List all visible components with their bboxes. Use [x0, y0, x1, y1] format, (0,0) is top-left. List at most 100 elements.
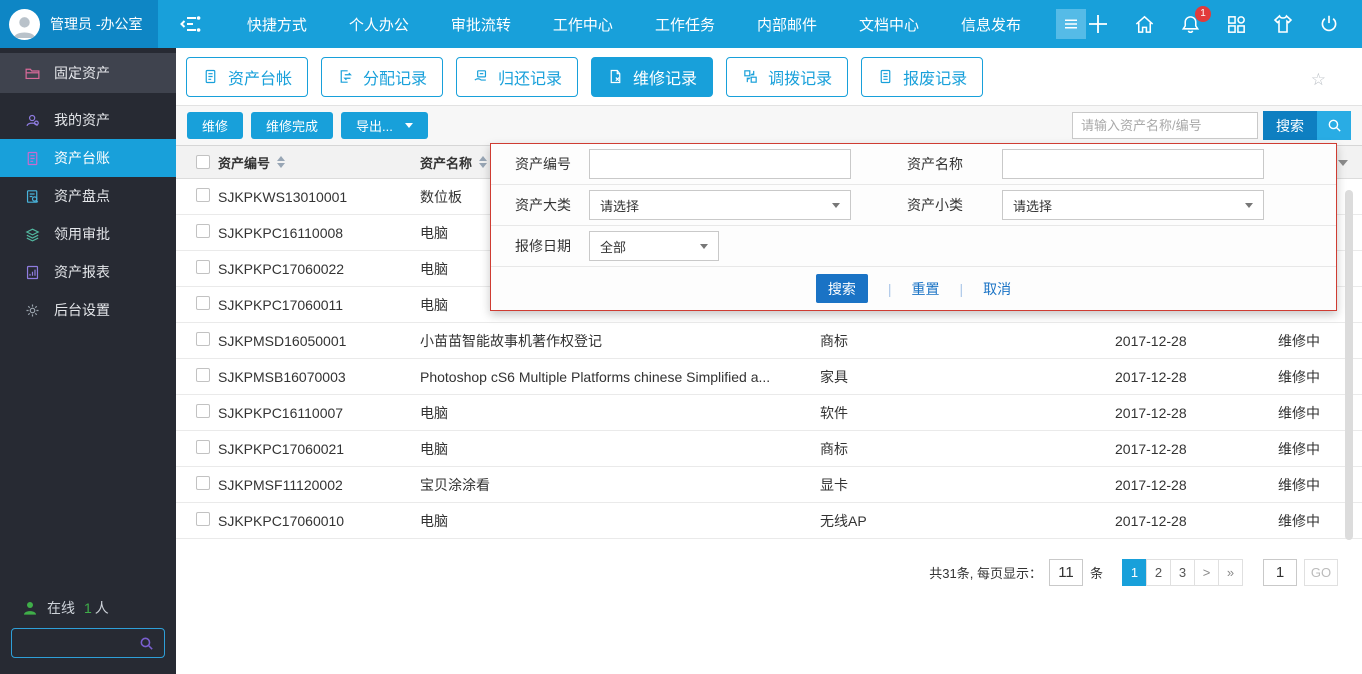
topbar-nav-item-0[interactable]: 快捷方式	[226, 14, 328, 35]
page-button-3[interactable]: 3	[1170, 559, 1195, 586]
table-row[interactable]: SJKPKPC16110007 电脑 软件 2017-12-28 维修中	[176, 395, 1362, 431]
pagination-unit: 条	[1089, 566, 1103, 581]
filter-footer: 搜索 | 重置 | 取消	[491, 267, 1336, 310]
home-icon[interactable]	[1133, 13, 1156, 36]
sidebar-item-label: 资产盘点	[54, 188, 110, 204]
repair-date-select[interactable]: 全部	[589, 231, 719, 261]
more-menus-button[interactable]	[1056, 9, 1086, 39]
collapse-sidebar-icon[interactable]	[178, 12, 202, 36]
add-icon[interactable]	[1086, 12, 1110, 36]
tab-scrap-records[interactable]: 报废记录	[861, 56, 984, 97]
favorite-star-icon[interactable]: ☆	[1311, 70, 1326, 90]
notifications-bell-icon[interactable]: 1	[1179, 5, 1211, 36]
row-checkbox[interactable]	[196, 188, 210, 202]
topbar-nav-item-4[interactable]: 工作任务	[634, 14, 736, 35]
page-size-input[interactable]	[1048, 559, 1083, 586]
search-icon[interactable]	[138, 635, 155, 652]
sidebar-item-asset-ledger[interactable]: 资产台账	[0, 139, 176, 177]
select-all-checkbox[interactable]	[196, 155, 210, 169]
row-checkbox[interactable]	[196, 512, 210, 526]
row-checkbox[interactable]	[196, 260, 210, 274]
sidebar-item-backend-settings[interactable]: 后台设置	[0, 291, 176, 329]
search-button[interactable]: 搜索	[1263, 111, 1351, 140]
filter-search-button[interactable]: 搜索	[815, 274, 868, 303]
topbar-nav-item-5[interactable]: 内部邮件	[736, 14, 838, 35]
row-checkbox[interactable]	[196, 224, 210, 238]
online-status: 在线 1 人	[11, 598, 165, 618]
jump-page-input[interactable]	[1263, 559, 1297, 586]
topbar-nav-item-3[interactable]: 工作中心	[532, 14, 634, 35]
column-settings-chevron-icon[interactable]	[1338, 160, 1348, 166]
power-logout-icon[interactable]	[1318, 13, 1340, 35]
table-row[interactable]: SJKPMSD16050001 小苗苗智能故事机著作权登记 商标 2017-12-28…	[176, 323, 1362, 359]
cell-asset-code: SJKPMSD16050001	[218, 332, 347, 349]
sidebar-item-asset-reports[interactable]: 资产报表	[0, 253, 176, 291]
row-checkbox[interactable]	[196, 296, 210, 310]
row-checkbox[interactable]	[196, 404, 210, 418]
topbar-nav-item-7[interactable]: 信息发布	[940, 14, 1042, 35]
topbar-nav-item-1[interactable]: 个人办公	[328, 14, 430, 35]
apps-grid-icon[interactable]	[1225, 13, 1248, 36]
notification-badge: 1	[1195, 5, 1211, 22]
row-checkbox[interactable]	[196, 476, 210, 490]
cell-repair-date: 2017-12-28	[1115, 440, 1187, 457]
asset-code-input[interactable]	[589, 149, 851, 179]
row-checkbox[interactable]	[196, 368, 210, 382]
asset-search-input[interactable]	[1072, 112, 1258, 139]
sidebar-search-input[interactable]	[21, 635, 138, 651]
go-button[interactable]: GO	[1304, 559, 1338, 586]
asset-subcategory-select[interactable]: 请选择	[1002, 190, 1264, 220]
tab-allocation-records[interactable]: 分配记录	[321, 56, 444, 97]
filter-reset-button[interactable]: 重置	[912, 279, 940, 299]
avatar[interactable]	[9, 8, 40, 40]
table-row[interactable]: SJKPKPC17060021 电脑 商标 2017-12-28 维修中	[176, 431, 1362, 467]
chevron-down-icon	[1245, 202, 1253, 208]
pagination-total-text: 共31条, 每页显示：	[929, 566, 1042, 581]
sidebar-item-my-assets[interactable]: 我的资产	[0, 101, 176, 139]
asset-subcategory-label: 资产小类	[907, 197, 963, 213]
online-person-icon	[24, 602, 36, 615]
topbar: 管理员 -办公室 快捷方式 个人办公 审批流转 工作中心 工作任务 内部邮件 文档中心 信息发…	[0, 0, 1362, 48]
topbar-nav-item-2[interactable]: 审批流转	[430, 14, 532, 35]
tab-asset-ledger[interactable]: 资产台帐	[186, 56, 309, 97]
theme-shirt-icon[interactable]	[1271, 12, 1295, 36]
sidebar-item-requisition-approval[interactable]: 领用审批	[0, 215, 176, 253]
topbar-user-area[interactable]: 管理员 -办公室	[0, 0, 158, 48]
sort-icon[interactable]	[277, 156, 286, 168]
sidebar-item-label: 领用审批	[54, 226, 110, 242]
repair-date-value: 全部	[600, 239, 627, 255]
table-row[interactable]: SJKPKPC17060010 电脑 无线AP 2017-12-28 维修中	[176, 503, 1362, 539]
page-button-2[interactable]: 2	[1146, 559, 1171, 586]
cell-asset-category: 商标	[820, 440, 848, 457]
tab-return-records[interactable]: 归还记录	[456, 56, 579, 97]
last-page-button[interactable]: »	[1218, 559, 1243, 586]
topbar-main: 快捷方式 个人办公 审批流转 工作中心 工作任务 内部邮件 文档中心 信息发布 1	[157, 0, 1362, 48]
sort-icon[interactable]	[479, 156, 488, 168]
filter-cancel-button[interactable]: 取消	[983, 279, 1011, 299]
row-checkbox[interactable]	[196, 440, 210, 454]
sidebar-item-asset-inventory[interactable]: 资产盘点	[0, 177, 176, 215]
repair-done-button[interactable]: 维修完成	[251, 112, 334, 139]
topbar-icons: 1	[1086, 5, 1362, 36]
next-page-button[interactable]: >	[1194, 559, 1219, 586]
sidebar-item-label: 固定资产	[54, 65, 110, 81]
repair-button[interactable]: 维修	[187, 112, 244, 139]
column-header-code: 资产编号	[218, 155, 271, 171]
export-dropdown-button[interactable]: 导出...	[341, 112, 428, 139]
asset-name-input[interactable]	[1002, 149, 1264, 179]
table-row[interactable]: SJKPMSB16070003 Photoshop cS6 Multiple Pl…	[176, 359, 1362, 395]
row-checkbox[interactable]	[196, 332, 210, 346]
tab-label: 调拨记录	[768, 70, 833, 88]
transfer-tab-icon	[742, 68, 759, 85]
vertical-scrollbar[interactable]	[1345, 190, 1353, 540]
table-row[interactable]: SJKPMSF11120002 宝贝涂涂看 显卡 2017-12-28 维修中	[176, 467, 1362, 503]
sidebar-item-fixed-assets[interactable]: 固定资产	[0, 53, 176, 93]
topbar-nav-item-6[interactable]: 文档中心	[838, 14, 940, 35]
tab-transfer-records[interactable]: 调拨记录	[726, 56, 849, 97]
column-header-name: 资产名称	[420, 155, 473, 171]
asset-category-select[interactable]: 请选择	[589, 190, 851, 220]
record-tabs: 资产台帐 分配记录 归还记录 维修记录 调拨记录 报废记录 ☆	[176, 48, 1362, 105]
page-button-1[interactable]: 1	[1122, 559, 1147, 586]
divider: |	[887, 280, 892, 297]
tab-repair-records[interactable]: 维修记录	[591, 56, 714, 97]
